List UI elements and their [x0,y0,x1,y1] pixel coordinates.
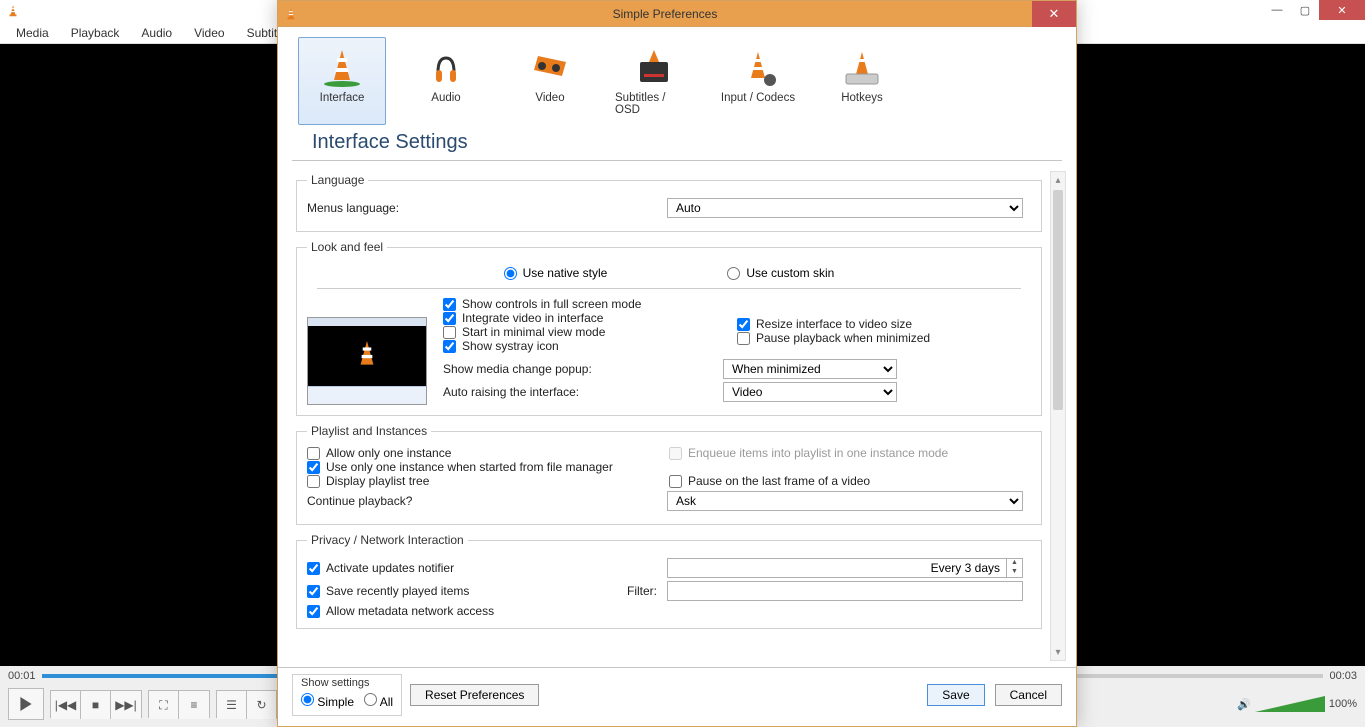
prefs-heading: Interface Settings [292,131,1062,161]
maximize-button[interactable]: ▢ [1291,0,1319,20]
radio-simple[interactable]: Simple [301,693,354,709]
ext-settings-button[interactable]: ≡ [179,691,209,719]
main-window-buttons: — ▢ ✕ [1263,0,1365,20]
chk-integrate-video[interactable]: Integrate video in interface [443,311,737,325]
continue-playback-label: Continue playback? [307,494,667,508]
look-legend: Look and feel [307,240,387,254]
menu-media[interactable]: Media [6,24,59,42]
filter-input[interactable] [667,581,1023,601]
chk-one-instance-fm[interactable]: Use only one instance when started from … [307,460,1031,474]
vlc-cone-icon [284,7,298,21]
tab-video-label: Video [535,92,564,104]
chk-show-controls[interactable]: Show controls in full screen mode [443,297,737,311]
radio-native-style[interactable]: Use native style [504,266,608,280]
chk-systray[interactable]: Show systray icon [443,339,737,353]
tab-subtitles-label: Subtitles / OSD [615,92,693,116]
chk-save-recent[interactable]: Save recently played items [307,584,627,598]
prefs-footer: Show settings Simple All Reset Preferenc… [278,667,1076,726]
vlc-cone-icon [6,4,20,18]
chk-one-instance[interactable]: Allow only one instance [307,446,669,460]
tab-input-codecs[interactable]: Input / Codecs [714,37,802,125]
auto-raise-select[interactable]: Video [723,382,897,402]
scroll-up-icon[interactable]: ▴ [1051,172,1065,188]
tab-audio[interactable]: Audio [402,37,490,125]
volume-percent: 100% [1329,698,1357,710]
chk-pause-minimized[interactable]: Pause playback when minimized [737,331,1031,345]
chk-resize-interface[interactable]: Resize interface to video size [737,317,1031,331]
cancel-button[interactable]: Cancel [995,684,1062,706]
menus-language-label: Menus language: [307,201,667,215]
prefs-close-button[interactable]: ✕ [1032,1,1076,27]
volume-slider[interactable] [1255,696,1325,712]
preferences-dialog: Simple Preferences ✕ Interface Audio Vid… [277,0,1077,727]
tab-subtitles[interactable]: Subtitles / OSD [610,37,698,125]
filter-label: Filter: [627,584,667,598]
speaker-icon[interactable]: 🔊 [1237,698,1251,711]
reset-preferences-button[interactable]: Reset Preferences [410,684,539,706]
tab-interface-label: Interface [320,92,365,104]
prefs-scroll-area: Language Menus language: Auto Look and f… [292,165,1046,667]
language-legend: Language [307,173,368,187]
chk-enqueue: Enqueue items into playlist in one insta… [669,446,1031,460]
media-popup-label: Show media change popup: [443,362,723,376]
time-elapsed: 00:01 [8,670,36,682]
prefs-titlebar: Simple Preferences ✕ [278,1,1076,27]
menu-audio[interactable]: Audio [131,24,182,42]
continue-playback-select[interactable]: Ask [667,491,1023,511]
stop-button[interactable]: ■ [81,691,111,719]
minimize-button[interactable]: — [1263,0,1291,20]
chk-pause-last-frame[interactable]: Pause on the last frame of a video [669,474,1031,488]
show-settings-legend: Show settings [301,677,393,689]
tab-video[interactable]: Video [506,37,594,125]
menu-playback[interactable]: Playback [61,24,130,42]
chk-minimal-view[interactable]: Start in minimal view mode [443,325,737,339]
spinner-down-icon[interactable]: ▼ [1007,568,1022,577]
privacy-legend: Privacy / Network Interaction [307,533,468,547]
time-total: 00:03 [1329,670,1357,682]
prev-button[interactable]: |◀◀ [51,691,81,719]
group-language: Language Menus language: Auto [296,173,1042,232]
save-button[interactable]: Save [927,684,984,706]
next-button[interactable]: ▶▶| [111,691,141,719]
tab-interface[interactable]: Interface [298,37,386,125]
interface-preview [307,317,427,405]
playlist-legend: Playlist and Instances [307,424,431,438]
menus-language-select[interactable]: Auto [667,198,1023,218]
chk-metadata-access[interactable]: Allow metadata network access [307,604,1031,618]
prefs-title: Simple Preferences [298,7,1032,21]
group-look-feel: Look and feel Use native style Use custo… [296,240,1042,416]
radio-all[interactable]: All [364,693,393,709]
show-settings-group: Show settings Simple All [292,674,402,716]
media-popup-select[interactable]: When minimized [723,359,897,379]
tab-codecs-label: Input / Codecs [721,92,795,104]
group-privacy: Privacy / Network Interaction Activate u… [296,533,1042,629]
spinner-up-icon[interactable]: ▲ [1007,559,1022,568]
group-playlist: Playlist and Instances Allow only one in… [296,424,1042,525]
prefs-tab-bar: Interface Audio Video Subtitles / OSD In… [278,27,1076,131]
loop-button[interactable]: ↻ [247,691,277,719]
prefs-scrollbar[interactable]: ▴ ▾ [1050,171,1066,661]
playlist-button[interactable]: ☰ [217,691,247,719]
menu-video[interactable]: Video [184,24,234,42]
tab-hotkeys[interactable]: Hotkeys [818,37,906,125]
radio-custom-skin[interactable]: Use custom skin [727,266,834,280]
chk-updates-notifier[interactable]: Activate updates notifier [307,561,667,575]
scroll-thumb[interactable] [1053,190,1063,410]
tab-audio-label: Audio [431,92,460,104]
fullscreen-button[interactable]: ⛶ [149,691,179,719]
auto-raise-label: Auto raising the interface: [443,385,723,399]
play-button[interactable] [8,688,44,720]
tab-hotkeys-label: Hotkeys [841,92,883,104]
chk-playlist-tree[interactable]: Display playlist tree [307,474,669,488]
updates-interval-spinner[interactable]: Every 3 days ▲▼ [667,558,1023,578]
scroll-down-icon[interactable]: ▾ [1051,644,1065,660]
close-button[interactable]: ✕ [1319,0,1365,20]
